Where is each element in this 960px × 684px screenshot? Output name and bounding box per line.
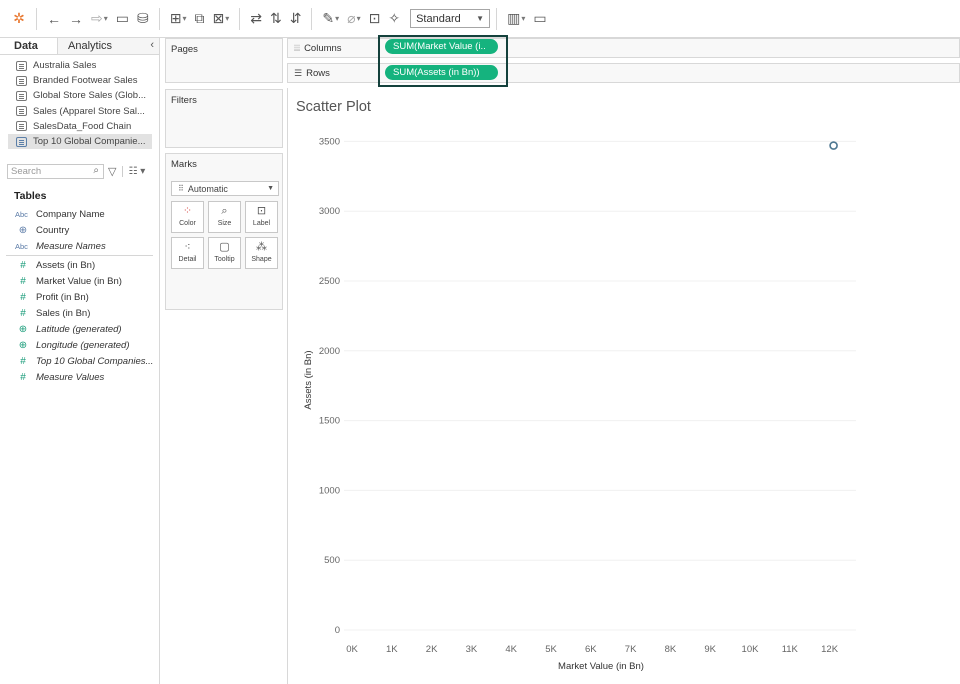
x-axis-label: Market Value (in Bn) — [558, 661, 644, 672]
x-tick-label: 9K — [704, 644, 716, 655]
x-tick-label: 8K — [665, 644, 677, 655]
x-tick-label: 7K — [625, 644, 637, 655]
x-tick-label: 10K — [742, 644, 760, 655]
x-tick-label: 1K — [386, 644, 398, 655]
scatter-chart: 0 500 1000 1500 2000 2500 3000 3500 0K 1K 2K 3K 4K 5… — [303, 136, 856, 672]
y-axis-ticks: 0 500 1000 1500 2000 2500 3000 3500 — [319, 136, 340, 636]
x-tick-label: 4K — [505, 644, 517, 655]
chart-gridlines — [344, 140, 856, 631]
x-axis-ticks: 0K 1K 2K 3K 4K 5K 6K 7K 8K 9K 10K 11K 12K — [346, 644, 839, 655]
y-tick-label: 2000 — [319, 346, 340, 357]
y-tick-label: 2500 — [319, 276, 340, 287]
y-tick-label: 1000 — [319, 485, 340, 496]
y-tick-label: 1500 — [319, 416, 340, 427]
x-tick-label: 11K — [782, 644, 799, 655]
x-tick-label: 5K — [545, 644, 557, 655]
y-axis-label: Assets (in Bn) — [303, 350, 314, 409]
x-tick-label: 2K — [426, 644, 438, 655]
scatter-point[interactable] — [829, 141, 838, 150]
y-tick-label: 500 — [324, 555, 340, 566]
x-tick-label: 6K — [585, 644, 597, 655]
y-tick-label: 0 — [335, 625, 340, 636]
x-tick-label: 0K — [346, 644, 358, 655]
x-tick-label: 3K — [466, 644, 478, 655]
x-tick-label: 12K — [821, 644, 839, 655]
chart-points — [829, 141, 838, 150]
y-tick-label: 3500 — [319, 136, 340, 147]
y-tick-label: 3000 — [319, 206, 340, 217]
